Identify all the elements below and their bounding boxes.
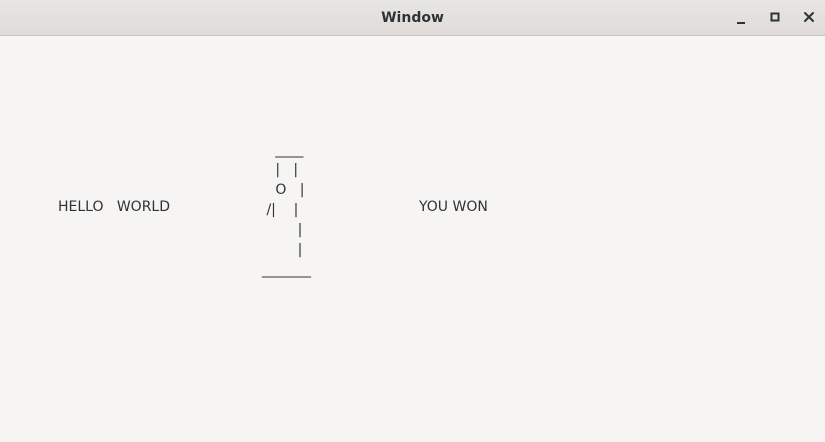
- window-title: Window: [381, 10, 444, 26]
- result-label: YOU WON: [419, 199, 488, 215]
- hangman-drawing: ____ | | O | /| | | | _______: [262, 142, 311, 278]
- app-window: Window HELLO WORLD ____ | | O | /| | | |…: [0, 0, 825, 442]
- title-bar[interactable]: Window: [0, 0, 825, 36]
- close-icon: [804, 12, 814, 22]
- maximize-icon: [770, 12, 780, 22]
- hello-world-label: HELLO WORLD: [58, 199, 171, 215]
- minimize-button[interactable]: [729, 6, 753, 30]
- maximize-button[interactable]: [763, 6, 787, 30]
- close-button[interactable]: [797, 6, 821, 30]
- content-area: HELLO WORLD ____ | | O | /| | | | ______…: [0, 37, 825, 442]
- minimize-icon: [737, 22, 745, 24]
